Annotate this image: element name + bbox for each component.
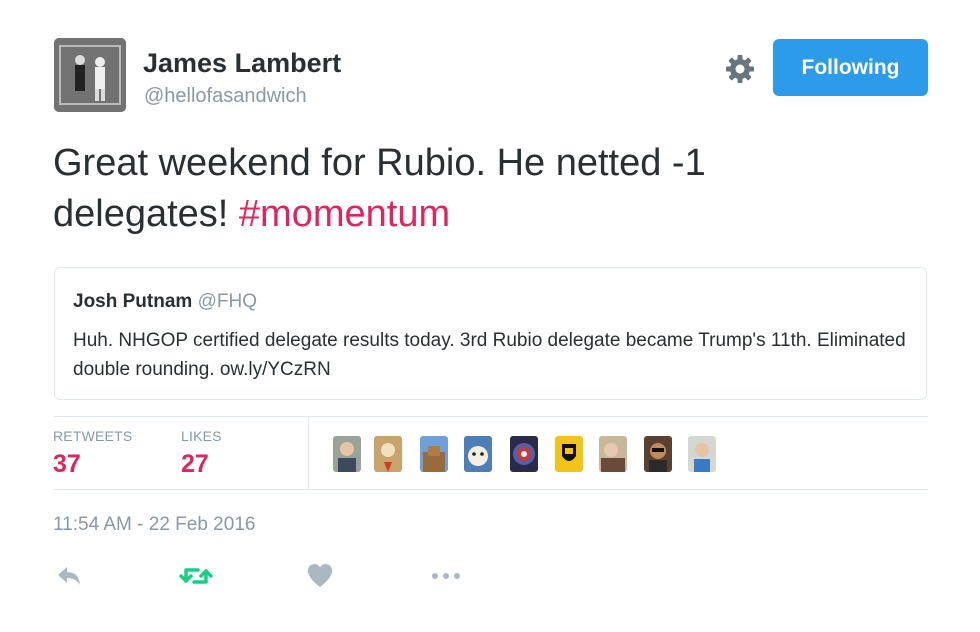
- retweets-label: RETWEETS: [53, 428, 133, 444]
- liker-avatar[interactable]: [599, 436, 627, 472]
- retweet-icon[interactable]: [179, 560, 213, 592]
- liker-avatar[interactable]: [644, 436, 672, 472]
- more-icon[interactable]: [430, 560, 462, 592]
- divider: [54, 489, 928, 490]
- tweet-timestamp[interactable]: 11:54 AM - 22 Feb 2016: [53, 514, 255, 536]
- author-handle[interactable]: @hellofasandwich: [144, 85, 307, 108]
- liker-avatar[interactable]: [688, 436, 716, 472]
- likes-label: LIKES: [181, 428, 222, 444]
- liker-avatar[interactable]: [510, 436, 538, 472]
- stats-divider: [308, 417, 309, 490]
- quoted-author-handle: @FHQ: [197, 291, 257, 312]
- retweets-count: 37: [53, 450, 81, 478]
- liker-avatar[interactable]: [464, 436, 492, 472]
- liker-avatar[interactable]: [333, 436, 361, 472]
- quoted-tweet[interactable]: Josh Putnam @FHQ Huh. NHGOP certified de…: [54, 267, 927, 400]
- divider: [54, 416, 928, 417]
- likes-stat[interactable]: LIKES 27: [181, 428, 222, 479]
- hashtag-link[interactable]: #momentum: [239, 193, 450, 235]
- quoted-author[interactable]: Josh Putnam @FHQ: [73, 291, 257, 313]
- quoted-tweet-text: Huh. NHGOP certified delegate results to…: [73, 330, 906, 380]
- likes-count: 27: [181, 450, 209, 478]
- quoted-author-name: Josh Putnam: [73, 291, 193, 312]
- liker-avatar[interactable]: [374, 436, 402, 472]
- following-button[interactable]: Following: [773, 39, 928, 96]
- author-name[interactable]: James Lambert: [143, 48, 341, 79]
- like-icon[interactable]: [307, 560, 333, 592]
- retweets-stat[interactable]: RETWEETS 37: [53, 428, 132, 479]
- liker-avatar[interactable]: [555, 436, 583, 472]
- liker-avatar[interactable]: [420, 436, 448, 472]
- author-avatar[interactable]: [54, 38, 126, 112]
- tweet-text: Great weekend for Rubio. He netted -1 de…: [53, 138, 853, 240]
- reply-icon[interactable]: [55, 560, 83, 592]
- gear-icon[interactable]: [724, 53, 756, 85]
